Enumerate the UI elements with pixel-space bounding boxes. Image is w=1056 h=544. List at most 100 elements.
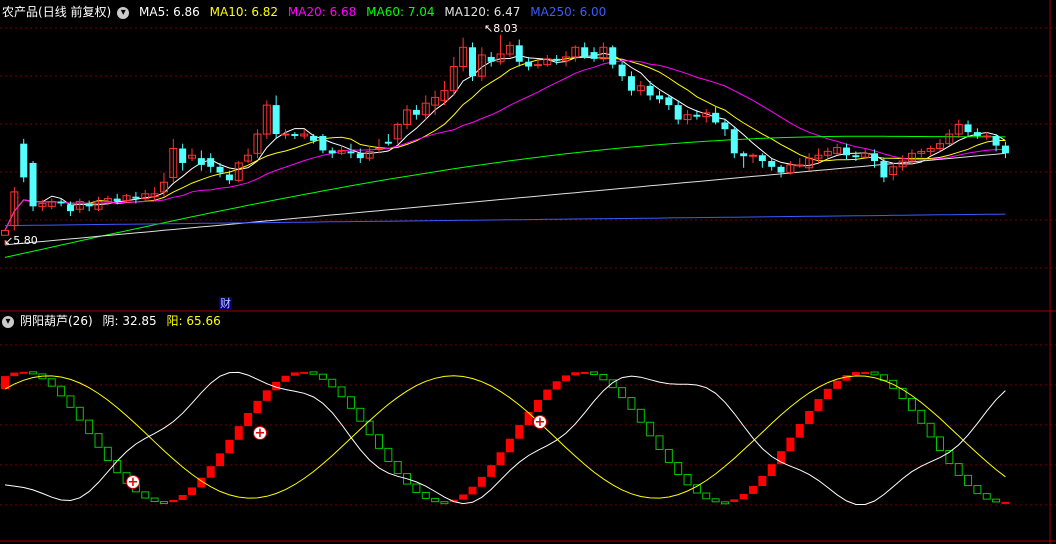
yinyang-bar-up <box>505 438 514 453</box>
yinyang-bar-up <box>814 399 823 411</box>
yinyang-bar-up <box>524 411 533 426</box>
ma10-label: MA10: 6.82 <box>209 5 279 19</box>
yinyang-bar-down <box>150 497 159 503</box>
chart-mode: (日线 前复权) <box>38 5 112 19</box>
yinyang-bar-down <box>57 385 66 397</box>
yinyang-bar-up <box>786 437 795 452</box>
candle-body-down <box>843 147 850 156</box>
yinyang-bar-up <box>833 380 842 389</box>
yinyang-bar-down <box>421 491 430 499</box>
yinyang-bar-down <box>393 461 402 475</box>
candle-body-down <box>721 122 729 130</box>
yinyang-bar-down <box>711 498 720 503</box>
yinyang-bar-down <box>431 497 440 503</box>
yinyang-bar-down <box>141 491 150 499</box>
candle-body-up <box>982 135 991 138</box>
yinyang-bar-down <box>375 434 383 449</box>
indicator-toggle-icon[interactable]: ▾ <box>2 315 14 328</box>
candle-body-down <box>225 174 233 181</box>
yinyang-bar-up <box>487 465 496 477</box>
candle-body-down <box>291 134 299 136</box>
yinyang-lines <box>4 371 1006 505</box>
yinyang-bar-down <box>309 371 318 375</box>
yinyang-bar-up <box>496 452 505 466</box>
yinyang-bar-up <box>739 493 748 500</box>
yinyang-bar-down <box>917 409 926 424</box>
yinyang-bar-down <box>683 474 692 486</box>
finance-marker[interactable]: 财 <box>219 297 232 310</box>
stock-name: 农产品 <box>2 5 39 19</box>
candle-body-up <box>533 64 542 67</box>
candle-body-down <box>85 203 93 207</box>
yinyang-bar-up <box>290 372 299 376</box>
candle-body-down <box>646 85 654 96</box>
yinyang-bar-up <box>459 494 468 500</box>
candle-body-down <box>656 95 663 100</box>
yinyang-bar-up <box>533 399 542 412</box>
yinyang-bar-up <box>468 486 477 495</box>
yinyang-bar-down <box>655 435 664 450</box>
yinyang-bar-down <box>664 448 673 464</box>
yinyang-bar-down <box>346 396 355 409</box>
yinyang-bar-up <box>749 486 757 494</box>
candle-body-up <box>795 164 804 167</box>
yinyang-bar-up <box>281 375 290 382</box>
candle-body-down <box>515 45 523 62</box>
yinyang-bar-up <box>178 494 187 500</box>
yinyang-bar-up <box>515 425 524 439</box>
yinyang-bar-up <box>562 375 570 382</box>
yinyang-bar-up <box>225 439 234 454</box>
ma120-label: MA120: 6.47 <box>444 5 521 19</box>
candle-body-down <box>609 47 617 65</box>
candle-body-down <box>412 109 420 115</box>
candle-body-down <box>740 153 748 157</box>
yinyang-bar-down <box>318 373 327 380</box>
candle-body-down <box>328 150 336 154</box>
candle-body-down <box>674 105 682 120</box>
chevron-down-icon[interactable]: ▾ <box>117 6 130 19</box>
ma250-label: MA250: 6.00 <box>530 5 607 19</box>
yinyang-bar-up <box>851 372 860 376</box>
yinyang-bar-down <box>94 433 103 448</box>
top-panel-header: 农产品(日线 前复权) ▾ MA5: 6.86 MA10: 6.82 MA20: … <box>2 4 612 20</box>
yinyang-bar-up <box>188 487 196 495</box>
yinyang-bar-down <box>702 492 711 500</box>
high-price-label: ↖8.03 <box>484 22 518 35</box>
candle-body-up <box>749 154 757 157</box>
candle-body-down <box>310 135 318 141</box>
candle-body-down <box>132 196 140 199</box>
candle-body-down <box>618 64 626 77</box>
candle-body-down <box>590 52 598 59</box>
yinyang-bar-down <box>66 395 75 408</box>
candle-body-down <box>973 132 981 136</box>
yinyang-bar-up <box>580 371 589 374</box>
yinyang-bar-up <box>571 372 580 376</box>
candle-body-down <box>992 135 1000 146</box>
yinyang-bar-down <box>982 493 991 500</box>
yinyang-bar-down <box>159 501 168 505</box>
candle-body-down <box>216 166 224 173</box>
stock-chart[interactable] <box>0 0 1056 544</box>
candle-body-down <box>356 153 364 159</box>
yinyang-bar-down <box>590 371 599 375</box>
candle-body-down <box>852 155 860 158</box>
candle-body-down <box>758 155 766 162</box>
yinyang-bar-down <box>599 373 608 381</box>
candle-body-down <box>179 148 187 163</box>
yinyang-bar-up <box>823 388 832 400</box>
yinyang-bar-up <box>758 475 767 487</box>
yinyang-bar-down <box>618 387 627 399</box>
yinyang-bars <box>1 371 1010 505</box>
ma5-line <box>4 52 1006 231</box>
yinyang-bar-down <box>75 406 84 421</box>
yinyang-bar-down <box>627 397 636 410</box>
yinyang-bar-up <box>805 410 814 425</box>
candle-body-down <box>665 97 673 106</box>
yinyang-bar-down <box>412 483 421 493</box>
candle-body-down <box>29 162 37 207</box>
yinyang-bar-down <box>356 407 365 422</box>
candle-body-down <box>20 143 28 178</box>
buy-signal-icon: + <box>533 415 547 430</box>
candle-body-down <box>712 112 720 123</box>
yinyang-bar-up <box>477 476 486 487</box>
